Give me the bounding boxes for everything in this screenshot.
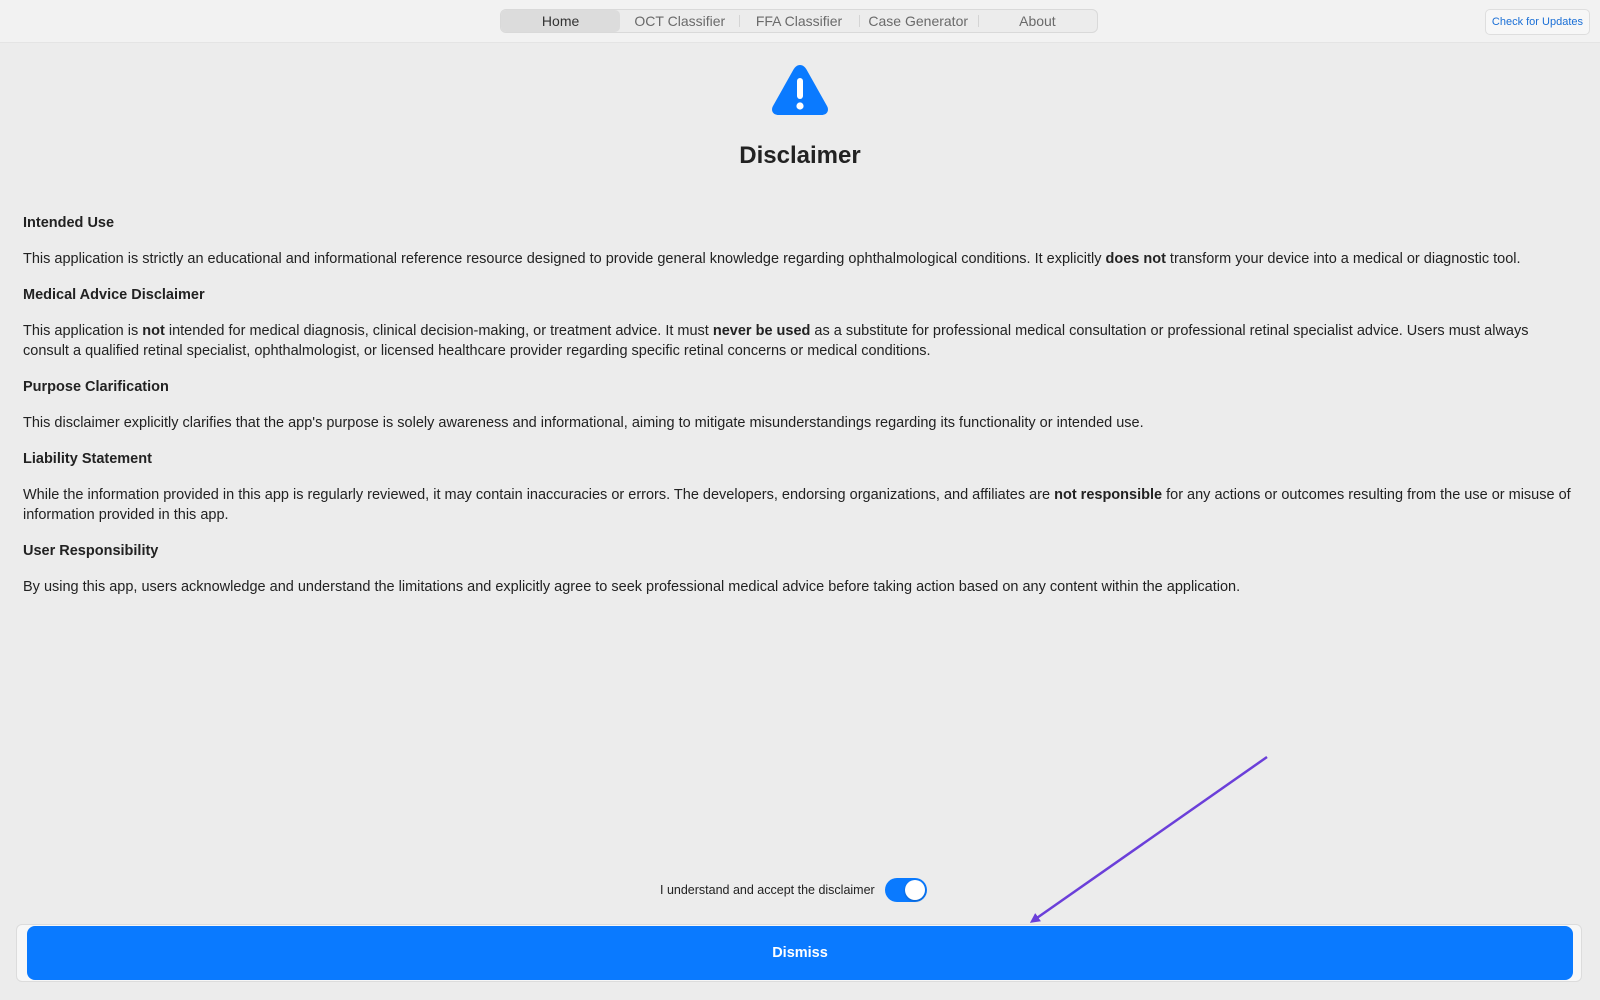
body-text: This application is strictly an educatio… — [23, 251, 1106, 267]
page-title: Disclaimer — [739, 142, 861, 169]
section-heading: Intended Use — [23, 215, 115, 231]
top-toolbar: Home OCT Classifier FFA Classifier Case Gen… — [0, 0, 1600, 43]
section-body: This application is strictly an educatio… — [23, 249, 1578, 269]
section-body: This application is not intended for med… — [23, 321, 1578, 361]
section-heading: User Responsibility — [23, 543, 159, 559]
emphasis-text: never be used — [712, 323, 811, 339]
body-text: By using this app, users acknowledge and… — [23, 579, 1241, 595]
section-heading: Liability Statement — [23, 451, 152, 467]
toggle-knob — [904, 880, 925, 900]
app-window: Home OCT Classifier FFA Classifier Case Gen… — [0, 0, 1600, 1000]
dismiss-button[interactable]: Dismiss — [27, 926, 1573, 980]
tab-bar: Home OCT Classifier FFA Classifier Case Gen… — [500, 9, 1098, 33]
body-text: This disclaimer explicitly clarifies tha… — [23, 415, 1144, 431]
section-heading: Purpose Clarification — [23, 379, 169, 395]
accept-toggle[interactable] — [884, 878, 927, 902]
section-body: By using this app, users acknowledge and… — [23, 577, 1578, 597]
body-text: transform your device into a medical or … — [1165, 251, 1521, 267]
tab-case-generator[interactable]: Case Generator — [858, 10, 978, 32]
annotation-arrow-line — [1029, 755, 1268, 923]
accept-row: I understand and accept the disclaimer — [660, 878, 927, 902]
accept-label: I understand and accept the disclaimer — [660, 883, 875, 897]
section-heading: Medical Advice Disclaimer — [23, 287, 205, 303]
body-text: intended for medical diagnosis, clinical… — [164, 323, 713, 339]
tab-about[interactable]: About — [977, 10, 1097, 32]
warning-triangle-icon — [772, 65, 828, 115]
tab-ffa-classifier[interactable]: FFA Classifier — [739, 10, 858, 32]
section-body: While the information provided in this a… — [23, 485, 1578, 525]
tab-oct-classifier[interactable]: OCT Classifier — [620, 10, 739, 32]
disclaimer-content: Intended Use This application is strictly… — [23, 213, 1578, 613]
emphasis-text: not responsible — [1054, 487, 1163, 503]
emphasis-text: not — [142, 323, 165, 339]
body-text: While the information provided in this a… — [23, 487, 1055, 503]
check-for-updates-button[interactable]: Check for Updates — [1484, 9, 1590, 35]
emphasis-text: does not — [1105, 251, 1166, 267]
tab-home[interactable]: Home — [501, 10, 621, 32]
section-body: This disclaimer explicitly clarifies tha… — [23, 413, 1578, 433]
body-text: This application is — [23, 323, 143, 339]
